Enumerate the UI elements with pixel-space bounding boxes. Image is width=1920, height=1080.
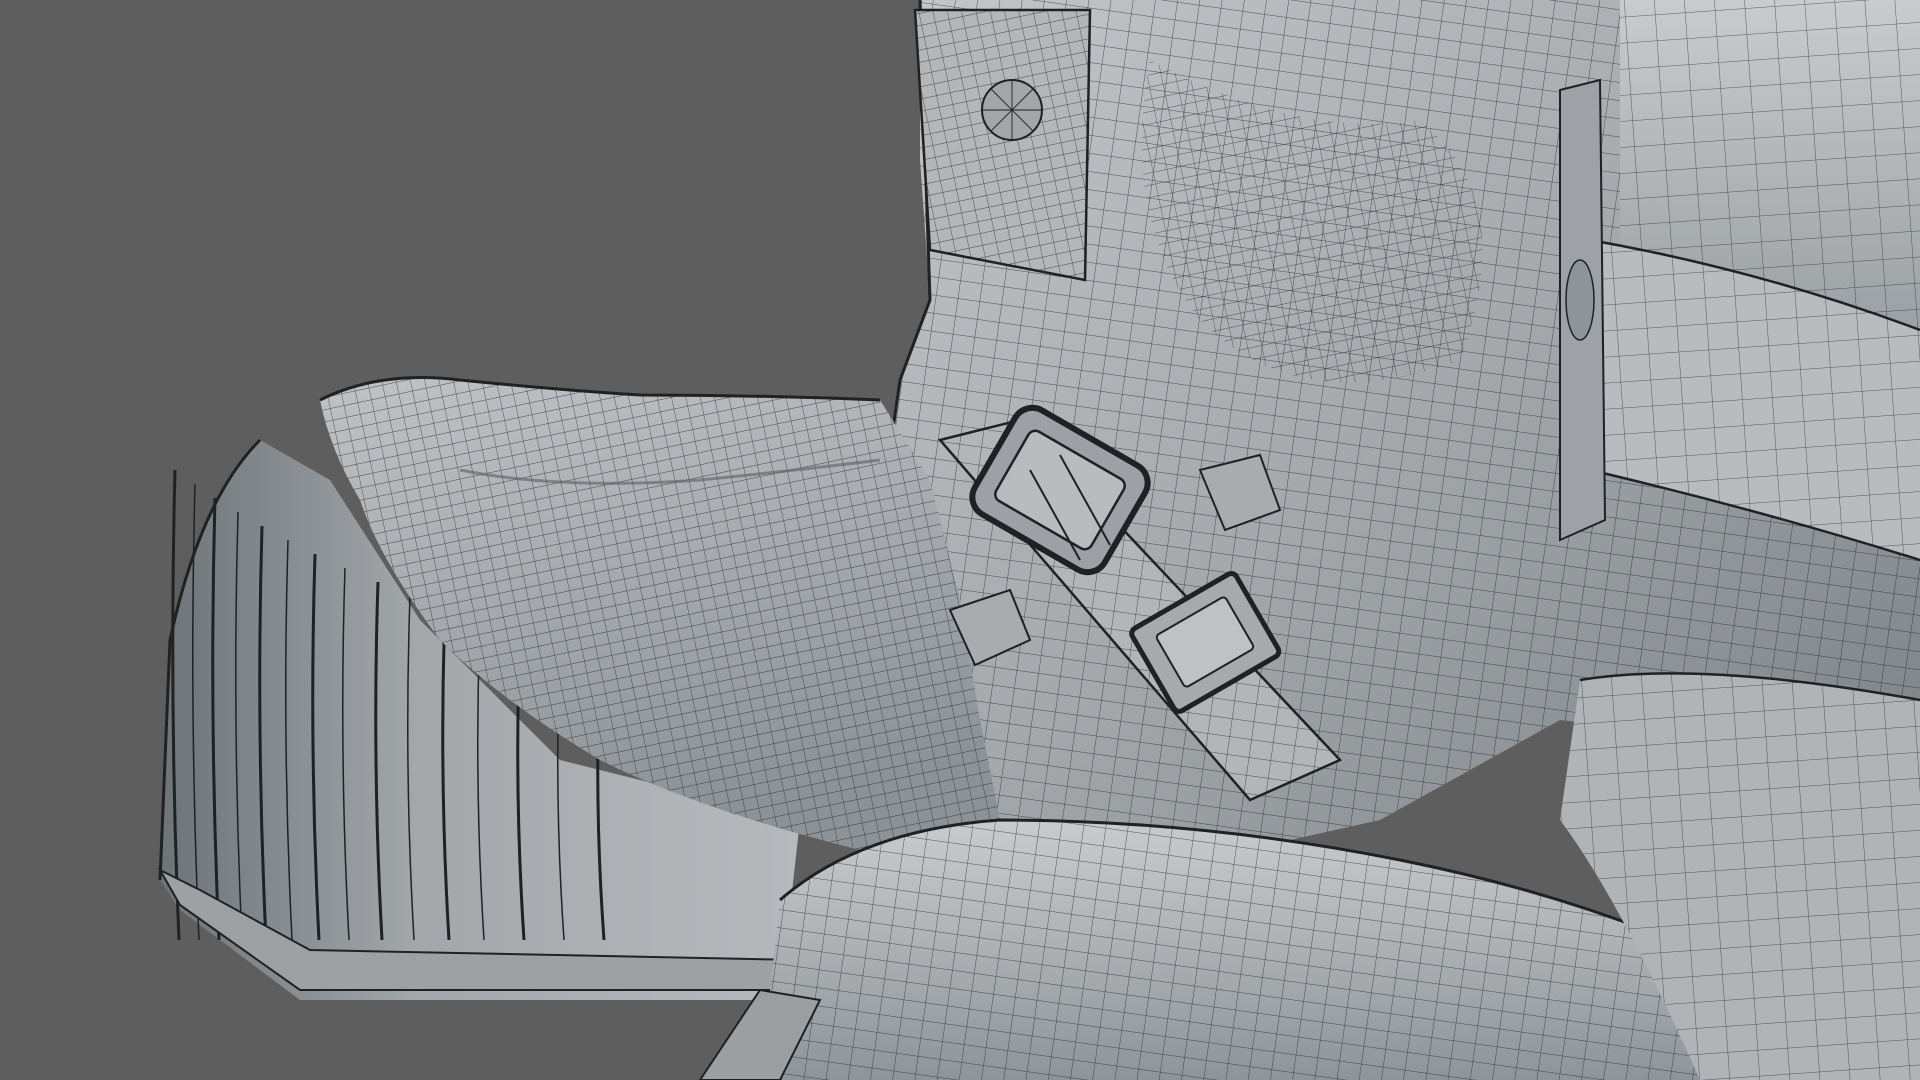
viewport-canvas[interactable] bbox=[0, 0, 1920, 1080]
3d-viewport[interactable] bbox=[0, 0, 1920, 1080]
pocket-flap[interactable] bbox=[913, 8, 1092, 282]
